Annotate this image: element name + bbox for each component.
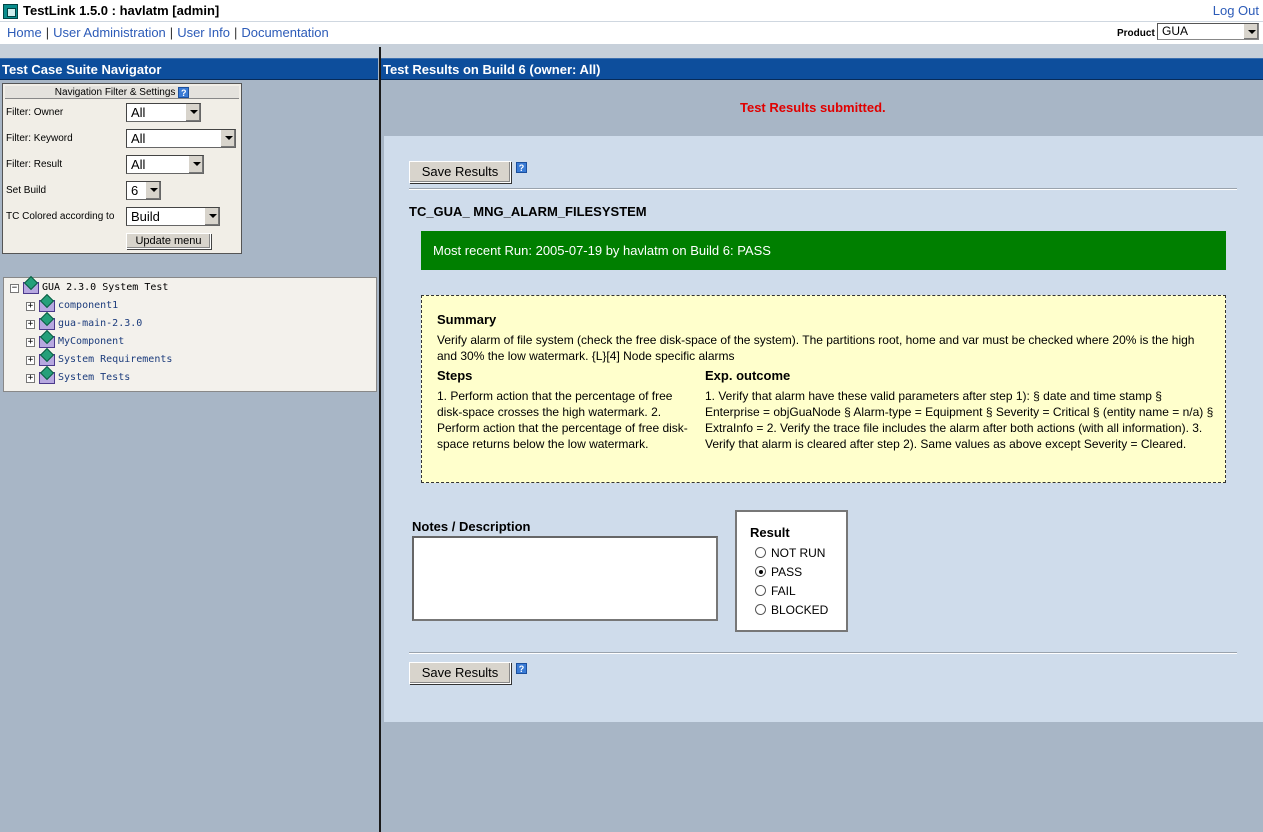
summary-heading: Summary	[437, 312, 497, 327]
testcase-title: TC_GUA_ MNG_ALARM_FILESYSTEM	[409, 204, 647, 219]
nav-user-info-link[interactable]: User Info	[177, 25, 230, 40]
divider-line	[409, 188, 1237, 190]
chevron-down-icon[interactable]	[188, 156, 203, 173]
notes-textarea[interactable]	[412, 536, 718, 621]
tc-colored-select[interactable]: Build	[126, 207, 220, 226]
outcome-text: 1. Verify that alarm have these valid pa…	[705, 389, 1214, 451]
recent-run-banner: Most recent Run: 2005-07-19 by havlatm o…	[421, 231, 1226, 270]
nav-separator: |	[45, 25, 50, 40]
summary-text: Verify alarm of file system (check the f…	[437, 333, 1195, 363]
divider-line	[409, 652, 1237, 654]
set-build-label: Set Build	[6, 185, 47, 196]
filter-keyword-value: All	[131, 131, 146, 146]
radio-pass[interactable]	[755, 566, 766, 577]
tc-colored-value: Build	[131, 209, 160, 224]
tree-root-label[interactable]: GUA 2.3.0 System Test	[42, 280, 168, 296]
main-nav: Home | User Administration | User Info | Docum…	[0, 22, 1263, 44]
tree-item-label[interactable]: MyComponent	[58, 334, 124, 350]
filter-result-select[interactable]: All	[126, 155, 204, 174]
notes-label: Notes / Description	[412, 519, 531, 534]
expand-icon[interactable]: +	[26, 374, 35, 383]
help-icon[interactable]: ?	[516, 663, 527, 674]
navigator-title: Test Case Suite Navigator	[0, 58, 378, 80]
radio-label: NOT RUN	[771, 546, 826, 560]
product-select[interactable]: GUA	[1157, 23, 1259, 40]
filter-owner-select[interactable]: All	[126, 103, 201, 122]
collapse-icon[interactable]: −	[10, 284, 19, 293]
tree-item-label[interactable]: System Tests	[58, 370, 130, 386]
save-results-button[interactable]: Save Results	[409, 161, 511, 183]
update-menu-button[interactable]: Update menu	[126, 233, 211, 249]
steps-heading: Steps	[437, 368, 473, 383]
radio-label: BLOCKED	[771, 603, 829, 617]
component-folder-icon	[39, 336, 55, 348]
component-folder-icon	[39, 354, 55, 366]
filter-keyword-select[interactable]: All	[126, 129, 236, 148]
component-folder-icon	[39, 300, 55, 312]
chevron-down-icon[interactable]	[204, 208, 219, 225]
filter-result-value: All	[131, 157, 146, 172]
nav-home-link[interactable]: Home	[7, 25, 42, 40]
set-build-select[interactable]: 6	[126, 181, 161, 200]
help-icon[interactable]: ?	[516, 162, 527, 173]
testcase-summary-box: Summary Verify alarm of file system (che…	[421, 295, 1226, 483]
navigation-filter-box: Navigation Filter & Settings ? Filter: O…	[2, 83, 242, 254]
component-folder-icon	[39, 372, 55, 384]
header-spacer	[0, 44, 1263, 58]
radio-blocked[interactable]	[755, 604, 766, 615]
radio-label: FAIL	[771, 584, 796, 598]
help-icon[interactable]: ?	[178, 86, 190, 98]
expand-icon[interactable]: +	[26, 338, 35, 347]
radio-not-run[interactable]	[755, 547, 766, 558]
product-label: Product	[1117, 28, 1155, 39]
filter-title-text: Navigation Filter & Settings	[54, 87, 176, 98]
result-title: Result	[750, 525, 790, 540]
component-folder-icon	[39, 318, 55, 330]
frame-divider[interactable]	[379, 47, 381, 832]
save-results-button[interactable]: Save Results	[409, 662, 511, 684]
app-title: TestLink 1.5.0 : havlatm [admin]	[23, 3, 220, 18]
chevron-down-icon[interactable]	[1243, 24, 1258, 39]
title-bar: TestLink 1.5.0 : havlatm [admin] Log Out	[0, 0, 1263, 22]
nav-documentation-link[interactable]: Documentation	[241, 25, 328, 40]
results-title: Test Results on Build 6 (owner: All)	[381, 58, 1263, 80]
radio-fail[interactable]	[755, 585, 766, 596]
filter-title: Navigation Filter & Settings ?	[5, 86, 239, 99]
set-build-value: 6	[131, 183, 139, 198]
tree-item-label[interactable]: gua-main-2.3.0	[58, 316, 142, 332]
filter-result-label: Filter: Result	[6, 159, 63, 170]
status-message: Test Results submitted.	[740, 100, 886, 115]
logout-link[interactable]: Log Out	[1213, 3, 1259, 18]
steps-text: 1. Perform action that the percentage of…	[437, 389, 688, 451]
radio-label: PASS	[771, 565, 803, 579]
test-suite-folder-icon	[23, 282, 39, 294]
expand-icon[interactable]: +	[26, 356, 35, 365]
nav-separator: |	[233, 25, 238, 40]
tree-item-label[interactable]: component1	[58, 298, 118, 314]
outcome-heading: Exp. outcome	[705, 368, 791, 383]
filter-owner-value: All	[131, 105, 146, 120]
filter-keyword-label: Filter: Keyword	[6, 133, 73, 144]
expand-icon[interactable]: +	[26, 302, 35, 311]
result-box: Result NOT RUN PASS FAIL BLOCKED	[735, 510, 848, 632]
tree-item-label[interactable]: System Requirements	[58, 352, 172, 368]
expand-icon[interactable]: +	[26, 320, 35, 329]
testlink-logo-icon	[3, 4, 18, 19]
chevron-down-icon[interactable]	[220, 130, 235, 147]
nav-user-admin-link[interactable]: User Administration	[53, 25, 166, 40]
filter-owner-label: Filter: Owner	[6, 107, 64, 118]
tc-colored-label: TC Colored according to	[6, 211, 115, 222]
product-select-value: GUA	[1162, 24, 1189, 38]
chevron-down-icon[interactable]	[145, 182, 160, 199]
nav-separator: |	[169, 25, 174, 40]
chevron-down-icon[interactable]	[185, 104, 200, 121]
test-suite-tree: − GUA 2.3.0 System Test + component1 + g…	[3, 277, 377, 392]
